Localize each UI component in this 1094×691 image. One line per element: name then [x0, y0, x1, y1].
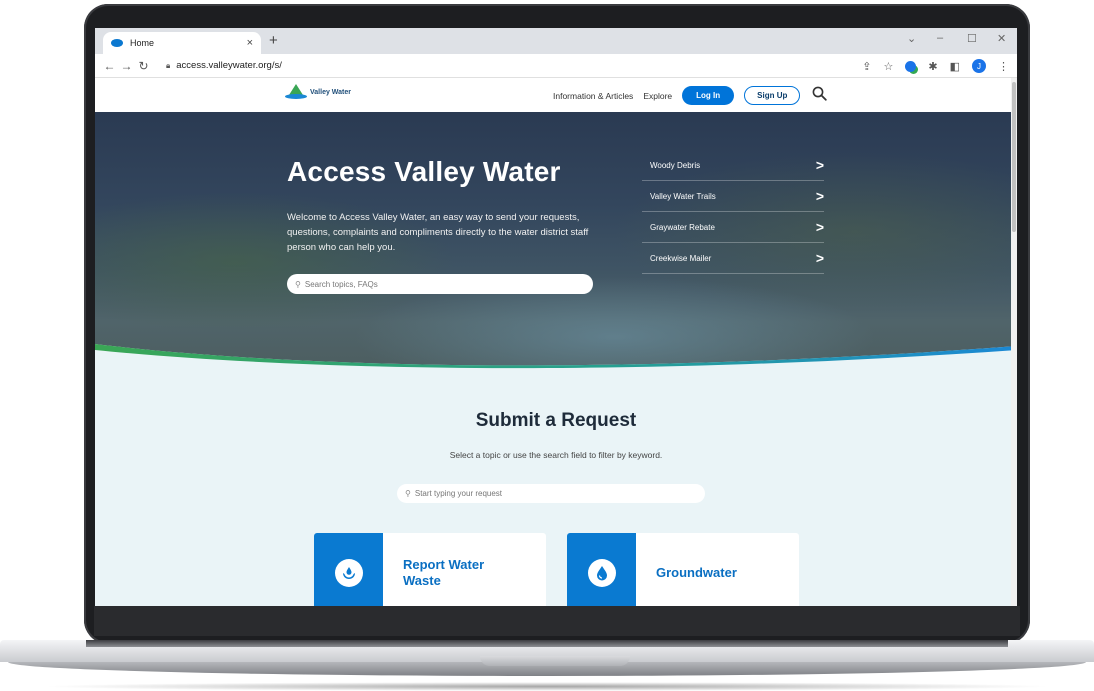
side-panel-icon[interactable]: ◧	[950, 60, 960, 73]
forward-arrow-icon[interactable]: →	[118, 59, 135, 73]
new-tab-button[interactable]: +	[269, 32, 278, 49]
browser-window: Home × + ⌄ – ☐ ✕ ← → ↻ 🔒︎ access.valleyw…	[95, 28, 1017, 606]
window-close-icon[interactable]: ✕	[997, 32, 1006, 45]
request-search-input[interactable]: ⚲ Start typing your request	[397, 484, 705, 503]
quick-link-woody-debris[interactable]: Woody Debris >	[642, 150, 824, 181]
toolbar-actions: ⇪ ☆ ✱ ◧ J ⋮	[862, 54, 1009, 78]
hero-title: Access Valley Water	[287, 156, 561, 187]
request-title: Submit a Request	[475, 410, 637, 431]
quick-link-label: Valley Water Trails	[650, 191, 716, 201]
quick-link-creekwise-mailer[interactable]: Creekwise Mailer >	[642, 243, 824, 274]
topic-card-report-water-waste[interactable]: Report Water Waste	[314, 533, 546, 606]
salesforce-cloud-icon	[111, 39, 123, 47]
card-icon-panel	[314, 533, 383, 606]
quick-link-graywater-rebate[interactable]: Graywater Rebate >	[642, 212, 824, 243]
back-arrow-icon[interactable]: ←	[101, 59, 118, 73]
laptop-base	[0, 640, 1094, 684]
puzzle-extensions-icon[interactable]: ✱	[928, 60, 937, 73]
maximize-icon[interactable]: ☐	[967, 32, 977, 45]
water-drop-icon	[587, 559, 616, 587]
reload-icon[interactable]: ↻	[135, 59, 152, 73]
profile-avatar[interactable]: J	[972, 59, 986, 73]
hands-water-drop-icon	[334, 559, 363, 587]
request-subtitle: Select a topic or use the search field t…	[449, 450, 663, 460]
tab-close-icon[interactable]: ×	[247, 37, 253, 49]
tab-search-chevron-icon[interactable]: ⌄	[907, 32, 916, 45]
bookmark-star-icon[interactable]: ☆	[884, 60, 894, 73]
topic-card-groundwater[interactable]: Groundwater	[567, 533, 799, 606]
quick-link-label: Graywater Rebate	[650, 222, 715, 232]
search-icon: ⚲	[405, 489, 411, 498]
site-header: Valley Water Information & Articles Expl…	[95, 78, 1017, 112]
share-icon[interactable]: ⇪	[862, 60, 871, 73]
request-search-placeholder: Start typing your request	[414, 489, 503, 498]
address-bar[interactable]: 🔒︎ access.valleywater.org/s/	[158, 56, 290, 76]
nav-information-articles[interactable]: Information & Articles	[553, 91, 633, 101]
laptop-shadow	[40, 682, 1054, 691]
chevron-right-icon: >	[815, 219, 824, 235]
hero-wave-divider	[95, 344, 1017, 374]
card-label: Groundwater	[656, 565, 737, 580]
scrollbar-thumb[interactable]	[1012, 82, 1016, 232]
logo-text: Valley Water	[310, 88, 351, 96]
extension-icon[interactable]	[905, 60, 917, 72]
signup-button[interactable]: Sign Up	[744, 86, 801, 105]
page-scrollbar[interactable]	[1011, 78, 1017, 606]
nav-explore[interactable]: Explore	[643, 91, 672, 101]
hero-banner: Access Valley Water Welcome to Access Va…	[95, 112, 1017, 374]
login-button[interactable]: Log In	[682, 86, 735, 105]
laptop-bezel-bottom	[94, 606, 1020, 636]
browser-toolbar: ← → ↻ 🔒︎ access.valleywater.org/s/ ⇪ ☆ ✱…	[95, 54, 1017, 78]
submit-request-section: Submit a Request Select a topic or use t…	[95, 374, 1017, 606]
valley-water-logo[interactable]: Valley Water	[285, 84, 351, 100]
lock-icon: 🔒︎	[166, 60, 171, 70]
chevron-right-icon: >	[815, 157, 824, 173]
chevron-right-icon: >	[815, 188, 824, 204]
quick-link-label: Woody Debris	[650, 160, 701, 170]
hero-search-placeholder: Search topics, FAQs	[304, 279, 378, 289]
chevron-right-icon: >	[815, 250, 824, 266]
quick-links: Woody Debris > Valley Water Trails > Gra…	[642, 150, 824, 274]
browser-tab-home[interactable]: Home ×	[103, 32, 261, 54]
search-icon[interactable]	[812, 86, 828, 105]
quick-link-label: Creekwise Mailer	[650, 253, 712, 263]
site-nav: Information & Articles Explore Log In Si…	[553, 86, 828, 105]
tab-title: Home	[130, 38, 155, 48]
url-text: access.valleywater.org/s/	[176, 60, 282, 71]
kebab-menu-icon[interactable]: ⋮	[998, 60, 1009, 73]
laptop-mockup: Home × + ⌄ – ☐ ✕ ← → ↻ 🔒︎ access.valleyw…	[0, 0, 1094, 691]
card-icon-panel	[567, 533, 636, 606]
quick-link-valley-water-trails[interactable]: Valley Water Trails >	[642, 181, 824, 212]
hero-search-input[interactable]: ⚲ Search topics, FAQs	[287, 274, 593, 294]
card-label: Report Water Waste	[403, 557, 485, 588]
tab-strip: Home × + ⌄ – ☐ ✕	[95, 28, 1017, 54]
search-icon: ⚲	[295, 279, 301, 289]
hero-description: Welcome to Access Valley Water, an easy …	[287, 212, 589, 253]
minimize-icon[interactable]: –	[937, 32, 943, 44]
logo-mark-icon	[285, 84, 307, 100]
